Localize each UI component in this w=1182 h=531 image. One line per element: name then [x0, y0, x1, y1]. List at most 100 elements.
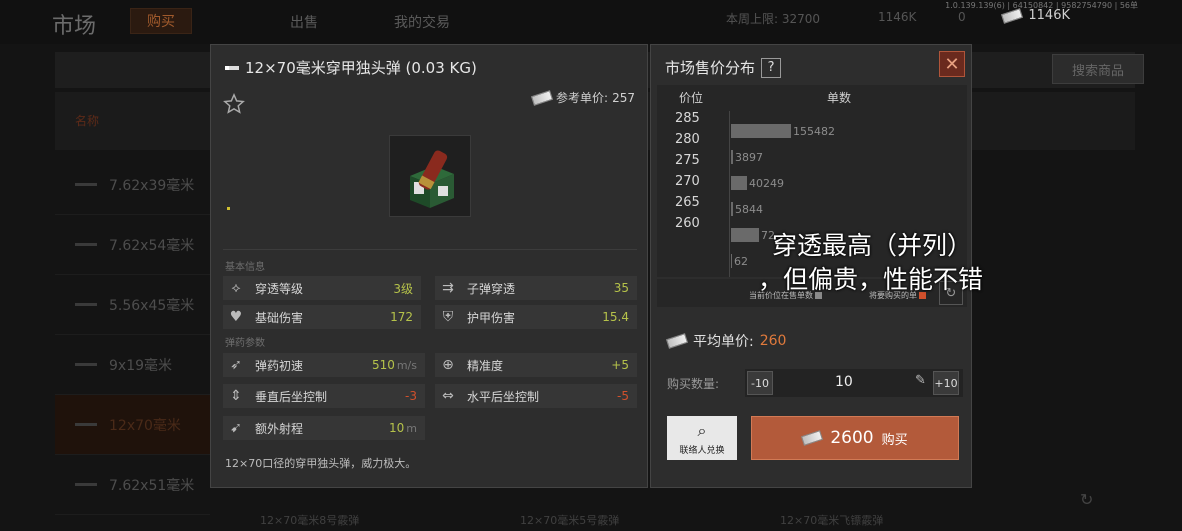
money-display: 1146K — [1001, 7, 1070, 24]
item-title: 12×70毫米穿甲独头弹 (0.03 KG) — [225, 57, 477, 78]
help-button[interactable]: ? — [761, 57, 782, 78]
list-header-label: 名称 — [75, 114, 100, 128]
price-tick-label: 270 — [675, 174, 700, 189]
stat-number: 510 — [371, 358, 395, 372]
price-tick-label: 285 — [675, 111, 700, 126]
armor-damage-icon: ⛨ — [442, 309, 454, 325]
item-detail-dialog: 12×70毫米穿甲独头弹 (0.03 KG) 参考单价: 257 基本信息 ⟡ … — [210, 44, 648, 488]
stat-value: +5 — [611, 358, 629, 372]
count-bar-label: 155482 — [793, 125, 835, 138]
count-bar — [731, 176, 747, 190]
ammo-icon — [75, 303, 97, 306]
list-item[interactable]: 7.62x51毫米 — [55, 455, 210, 515]
ammo-icon — [75, 183, 97, 186]
col-price-header: 价位 — [679, 91, 704, 105]
cash-icon — [665, 333, 689, 349]
close-button[interactable]: ✕ — [939, 51, 965, 77]
price-tick-label: 260 — [675, 216, 700, 231]
bottom-item[interactable]: 12×70毫米飞镖霰弹 — [780, 512, 883, 528]
basic-info-label: 基本信息 — [225, 262, 265, 273]
refresh-icon[interactable]: ↻ — [1080, 490, 1093, 509]
indicator-dot — [227, 207, 230, 210]
item-image — [389, 135, 471, 217]
cash-icon — [1001, 7, 1024, 24]
price-tick-label: 275 — [675, 153, 700, 168]
contact-exchange-label: 联络人兑换 — [679, 445, 725, 456]
price-tick-label: 280 — [675, 132, 700, 147]
stat-unit: m/s — [396, 359, 417, 372]
stat-name: 基础伤害 — [255, 310, 304, 325]
list-item-label: 5.56x45毫米 — [109, 297, 195, 314]
avg-price-value: 260 — [759, 333, 787, 349]
stat-name: 垂直后坐控制 — [255, 389, 328, 404]
list-item-label: 7.62x39毫米 — [109, 177, 195, 194]
stat-name: 子弹穿透 — [467, 281, 516, 296]
stat-extra-range: ➹ 额外射程 10 m — [223, 416, 425, 440]
market-title-text: 市场售价分布 — [665, 59, 756, 77]
count-bar — [731, 150, 733, 164]
list-item[interactable]: 7.62x39毫米 — [55, 155, 210, 215]
stat-value: 510 m/s — [372, 358, 417, 372]
avg-price-label: 平均单价: — [693, 334, 754, 350]
quantity-input[interactable]: 10 — [835, 374, 853, 390]
bottom-item[interactable]: 12×70毫米8号霰弹 — [260, 512, 359, 528]
stat-value: -3 — [405, 389, 417, 403]
money-value: 1146K — [1028, 8, 1070, 23]
list-item[interactable]: 9x19毫米 — [55, 335, 210, 395]
stat-name: 额外射程 — [255, 421, 304, 436]
list-item-label: 12x70毫米 — [109, 417, 181, 434]
ammo-box-icon — [410, 150, 454, 208]
broken-heart-icon: ♥ — [229, 309, 243, 325]
item-description: 12×70口径的穿甲独头弹，威力极大。 — [225, 457, 417, 470]
ammo-icon — [75, 483, 97, 486]
stat-value: 10 m — [389, 421, 417, 435]
count-bar-label: 62 — [734, 255, 748, 268]
price-tick-label: 265 — [675, 195, 700, 210]
quantity-stepper: -10 10 ✎ +10 — [745, 369, 963, 397]
stat-number: 10 — [389, 421, 405, 435]
search-goods-button[interactable]: 搜索商品 — [1052, 54, 1144, 84]
buy-label: 购买 — [881, 432, 908, 448]
tab-my-trades[interactable]: 我的交易 — [394, 12, 450, 32]
magnifier-icon: ⌕ — [697, 420, 707, 440]
page-title: 市场 — [52, 14, 97, 39]
stat-penetration-level: ⟡ 穿透等级 3级 — [223, 276, 421, 300]
favorite-star-icon[interactable] — [223, 93, 245, 115]
horizontal-recoil-icon: ⇔ — [442, 388, 454, 404]
bottom-item[interactable]: 12×70毫米5号霰弹 — [520, 512, 619, 528]
stat-name: 穿透等级 — [255, 281, 304, 296]
list-item-label: 7.62x54毫米 — [109, 237, 195, 254]
list-item-selected[interactable]: 12x70毫米 — [55, 395, 210, 455]
col-count-header: 单数 — [827, 91, 852, 105]
stat-accuracy: ⊕ 精准度 +5 — [435, 353, 637, 377]
weekly-limit: 本周上限: 32700 — [726, 12, 821, 26]
buy-price: 2600 — [830, 428, 874, 448]
axis-line — [729, 111, 730, 277]
tab-sell[interactable]: 出售 — [290, 12, 318, 32]
stat-value: 15.4 — [602, 310, 629, 324]
tab-buy[interactable]: 购买 — [130, 8, 192, 34]
count-bar — [731, 202, 733, 216]
bullet-penetration-icon: ⇉ — [442, 280, 454, 296]
buy-button[interactable]: 2600 购买 — [751, 416, 959, 460]
cash-icon — [801, 430, 824, 446]
range-icon: ➹ — [230, 420, 242, 436]
ammo-icon — [75, 363, 97, 366]
stat-name: 弹药初速 — [255, 358, 304, 373]
list-item[interactable]: 7.62x54毫米 — [55, 215, 210, 275]
list-item-label: 7.62x51毫米 — [109, 477, 195, 494]
stat-unit: m — [406, 422, 417, 435]
divider — [223, 249, 637, 250]
contact-exchange-button[interactable]: ⌕ 联络人兑换 — [667, 416, 737, 460]
decrease-10-button[interactable]: -10 — [747, 371, 773, 395]
increase-10-button[interactable]: +10 — [933, 371, 959, 395]
market-title: 市场售价分布 ? — [665, 57, 782, 78]
ref-price-value: 257 — [612, 90, 635, 105]
stat-base-damage: ♥ 基础伤害 172 — [223, 305, 421, 329]
subtitle-line-1: 穿透最高（并列） — [772, 231, 973, 260]
stat-name: 护甲伤害 — [467, 310, 516, 325]
pencil-icon[interactable]: ✎ — [915, 373, 926, 388]
list-item[interactable]: 5.56x45毫米 — [55, 275, 210, 335]
stat-name: 精准度 — [467, 358, 504, 373]
count-bar — [731, 228, 759, 242]
